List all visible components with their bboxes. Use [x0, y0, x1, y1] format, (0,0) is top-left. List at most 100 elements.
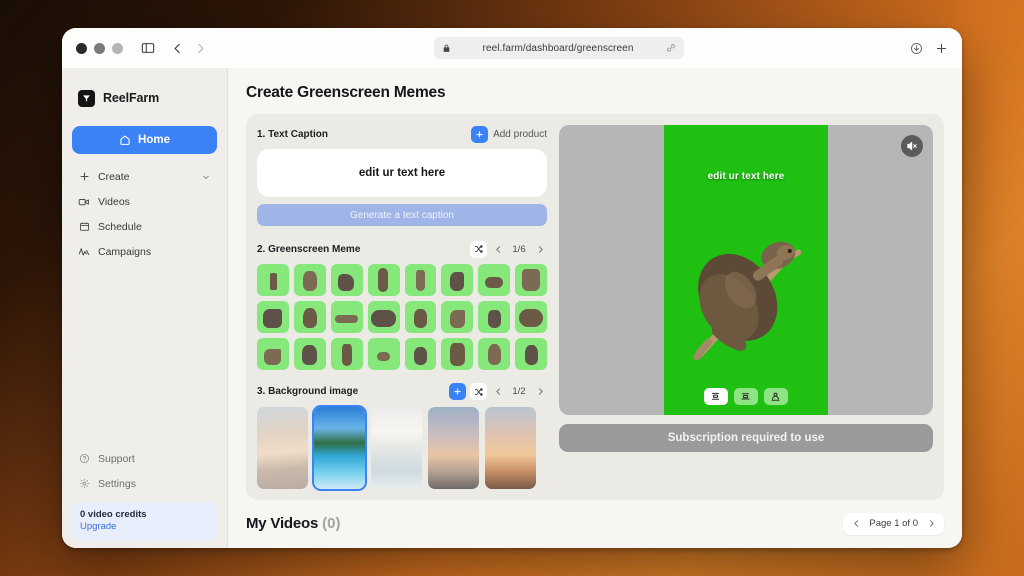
close-window-button[interactable]	[76, 42, 87, 54]
add-background-button[interactable]	[449, 383, 466, 401]
main-content: Create Greenscreen Memes 1. Text Caption…	[228, 68, 962, 548]
my-videos-pager: Page 1 of 0	[843, 512, 944, 535]
my-videos-header: My Videos (0) Page 1 of 0	[246, 512, 944, 535]
sidebar-item-support[interactable]: Support	[72, 446, 217, 471]
page-title: Create Greenscreen Memes	[246, 84, 446, 101]
meme-thumbnail[interactable]	[293, 337, 326, 370]
greenscreen-meme-grid	[257, 264, 547, 370]
maximize-window-button[interactable]	[112, 42, 123, 54]
meme-thumbnail[interactable]	[330, 300, 363, 333]
background-thumbnail[interactable]	[257, 406, 308, 489]
sidebar-item-schedule[interactable]: Schedule	[72, 214, 217, 239]
meme-thumbnail[interactable]	[257, 337, 289, 370]
section-3-controls: 1/2	[449, 383, 547, 401]
background-thumbnail[interactable]	[485, 406, 536, 489]
meme-next-button[interactable]	[533, 241, 547, 257]
sidebar-item-home-label: Home	[138, 134, 170, 146]
meme-thumbnail[interactable]	[404, 264, 437, 296]
creator-panel: 1. Text Caption Add product edit ur text…	[246, 114, 944, 500]
address-bar[interactable]: reel.farm/dashboard/greenscreen	[433, 37, 684, 59]
meme-thumbnail[interactable]	[478, 264, 511, 296]
align-bottom-button[interactable]	[763, 388, 788, 405]
sidebar-item-campaigns-label: Campaigns	[98, 245, 152, 258]
meme-thumbnail[interactable]	[515, 264, 547, 296]
meme-thumbnail[interactable]	[367, 337, 400, 370]
meme-thumbnail[interactable]	[515, 337, 547, 370]
meme-thumbnail[interactable]	[478, 337, 511, 370]
meme-figure	[449, 309, 465, 328]
sidebar-item-campaigns[interactable]: Campaigns	[72, 239, 217, 264]
video-credits-count: 0 video credits	[80, 509, 147, 520]
background-page-label: 1/2	[512, 386, 526, 398]
generate-caption-button[interactable]: Generate a text caption	[257, 204, 547, 226]
shuffle-icon[interactable]	[470, 240, 487, 258]
video-credits-card: 0 video credits Upgrade	[72, 502, 217, 540]
meme-thumbnail[interactable]	[441, 264, 474, 296]
meme-figure	[414, 309, 428, 328]
video-preview: edit ur text here	[559, 125, 933, 415]
sidebar-item-schedule-label: Schedule	[98, 220, 142, 233]
new-tab-plus-icon[interactable]	[935, 42, 948, 55]
add-product-button[interactable]: Add product	[471, 125, 547, 143]
shuffle-icon[interactable]	[470, 383, 487, 401]
meme-thumbnail[interactable]	[330, 264, 363, 296]
meme-figure	[415, 270, 425, 291]
forward-button[interactable]	[194, 42, 207, 55]
minimize-window-button[interactable]	[94, 42, 105, 54]
meme-figure	[303, 271, 317, 291]
url-text: reel.farm/dashboard/greenscreen	[482, 42, 634, 54]
subscription-required-button[interactable]: Subscription required to use	[559, 424, 933, 452]
meme-thumbnail[interactable]	[404, 337, 437, 370]
meme-thumbnail[interactable]	[293, 300, 326, 333]
background-image-row	[257, 404, 547, 491]
background-next-button[interactable]	[533, 384, 547, 400]
meme-thumbnail[interactable]	[441, 300, 474, 333]
my-videos-prev-button[interactable]	[849, 516, 863, 532]
section-1-title: 1. Text Caption	[257, 128, 328, 140]
video-camera-icon	[78, 196, 90, 208]
sidebar-item-create[interactable]: Create	[72, 164, 217, 189]
plus-icon	[471, 125, 489, 143]
section-2-title: 2. Greenscreen Meme	[257, 243, 361, 255]
background-thumbnail[interactable]	[371, 406, 422, 489]
sidebar-item-videos-label: Videos	[98, 195, 130, 208]
meme-thumbnail[interactable]	[257, 300, 289, 333]
sidebar: ReelFarm Home Create Videos Schedule Cam…	[62, 68, 228, 548]
meme-thumbnail[interactable]	[515, 300, 547, 333]
meme-thumbnail[interactable]	[367, 264, 400, 296]
mute-toggle-button[interactable]	[901, 135, 923, 157]
my-videos-next-button[interactable]	[924, 516, 938, 532]
meme-figure	[414, 346, 428, 366]
sidebar-item-settings-label: Settings	[98, 477, 136, 490]
align-middle-button[interactable]	[733, 388, 758, 405]
section-1-header: 1. Text Caption Add product	[257, 125, 547, 143]
generate-caption-label: Generate a text caption	[350, 209, 454, 221]
align-top-button[interactable]	[703, 388, 728, 405]
text-caption-input[interactable]: edit ur text here	[257, 149, 547, 197]
meme-thumbnail[interactable]	[367, 300, 400, 333]
section-3-header: 3. Background image 1/2	[257, 383, 547, 401]
meme-thumbnail[interactable]	[330, 337, 363, 370]
section-3-title: 3. Background image	[257, 386, 359, 398]
background-prev-button[interactable]	[491, 384, 505, 400]
background-thumbnail[interactable]	[312, 404, 367, 491]
background-thumbnail[interactable]	[428, 406, 479, 489]
greenscreen-canvas[interactable]: edit ur text here	[663, 125, 829, 415]
upgrade-link[interactable]: Upgrade	[80, 521, 209, 532]
meme-page-label: 1/6	[512, 243, 526, 255]
sidebar-item-videos[interactable]: Videos	[72, 189, 217, 214]
sidebar-toggle-icon[interactable]	[141, 41, 155, 55]
meme-thumbnail[interactable]	[404, 300, 437, 333]
meme-thumbnail[interactable]	[257, 264, 289, 296]
sidebar-item-settings[interactable]: Settings	[72, 471, 217, 496]
meme-prev-button[interactable]	[491, 241, 505, 257]
sidebar-item-home[interactable]: Home	[72, 126, 217, 154]
meme-thumbnail[interactable]	[293, 264, 326, 296]
back-button[interactable]	[171, 42, 184, 55]
download-icon[interactable]	[910, 42, 923, 55]
meme-thumbnail[interactable]	[478, 300, 511, 333]
link-icon[interactable]	[666, 43, 676, 53]
meme-figure	[378, 268, 389, 293]
meme-thumbnail[interactable]	[441, 337, 474, 370]
